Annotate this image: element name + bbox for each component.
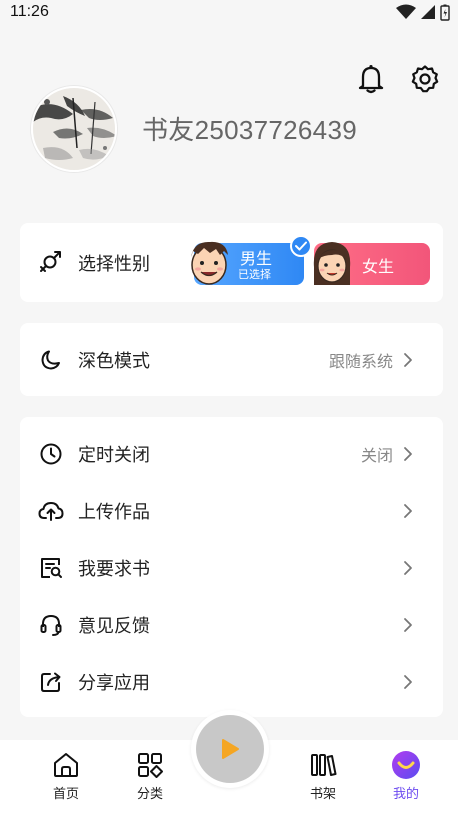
menu-item-timer[interactable]: 定时关闭 关闭 [20,425,443,482]
tab-home[interactable]: 首页 [36,750,96,802]
chevron-right-icon [403,350,417,370]
user-avatar[interactable] [31,86,117,172]
bookshelf-icon [308,750,338,780]
wifi-icon [396,4,416,19]
menu-item-upload-label: 上传作品 [78,501,150,523]
menu-item-share[interactable]: 分享应用 [20,653,443,710]
gender-symbol-icon [38,250,64,276]
menu-item-share-label: 分享应用 [78,672,150,694]
clock-icon [38,441,64,467]
menu-card: 定时关闭 关闭 上传作品 我要求书 意见反馈 分享应用 [20,417,443,717]
tab-home-label: 首页 [52,787,79,802]
notification-button[interactable] [356,62,386,96]
battery-icon [440,4,450,21]
play-button-inner [196,715,264,783]
menu-item-feedback-label: 意见反馈 [78,615,150,637]
tab-mine[interactable]: 我的 [376,750,436,802]
chevron-right-icon [403,501,417,521]
dark-mode-label: 深色模式 [78,350,150,372]
status-bar: 11:26 [0,0,458,24]
gender-male-option[interactable]: 男生 已选择 [191,235,312,285]
tab-bookshelf[interactable]: 书架 [293,750,353,802]
boy-face-icon [191,241,228,285]
menu-item-timer-label: 定时关闭 [78,444,150,466]
header-actions [356,62,440,96]
share-icon [38,669,64,695]
menu-item-upload[interactable]: 上传作品 [20,482,443,539]
status-time: 11:26 [10,3,49,20]
gender-male-selected-label: 已选择 [238,268,271,281]
settings-button[interactable] [410,62,440,96]
moon-icon [38,347,64,373]
tab-category-label: 分类 [136,787,163,802]
ink-painting-avatar-image [33,88,115,170]
menu-item-feedback[interactable]: 意见反馈 [20,596,443,653]
chevron-right-icon [403,444,417,464]
dark-mode-value: 跟随系统 [328,351,393,371]
signal-icon [421,5,435,19]
play-icon [222,739,239,759]
play-button[interactable] [191,710,269,788]
status-icons [396,4,450,21]
settings-gear-icon [411,65,439,93]
book-search-icon [38,555,64,581]
gender-label: 选择性别 [78,253,150,275]
girl-face-icon [313,242,351,285]
chevron-right-icon [403,558,417,578]
dark-mode-row[interactable]: 深色模式 跟随系统 [20,331,443,388]
home-icon [51,750,81,780]
menu-item-timer-value: 关闭 [360,445,393,465]
chevron-right-icon [403,615,417,635]
category-grid-icon [135,750,165,780]
gender-female-label: 女生 [362,257,395,276]
headset-icon [38,612,64,638]
tab-mine-label: 我的 [392,787,419,802]
chevron-right-icon [403,672,417,692]
menu-item-request-book-label: 我要求书 [78,558,150,580]
selected-check-icon [290,235,312,257]
gender-female-option[interactable]: 女生 [313,242,430,285]
gender-card: 选择性别 男生 已选择 女生 [20,223,443,302]
bell-icon [358,65,384,94]
cloud-upload-icon [38,498,64,524]
dark-mode-card: 深色模式 跟随系统 [20,323,443,396]
tab-bookshelf-label: 书架 [309,787,336,802]
menu-item-request-book[interactable]: 我要求书 [20,539,443,596]
username: 书友25037726439 [142,115,357,145]
tab-category[interactable]: 分类 [120,750,180,802]
mine-smile-icon [391,750,421,780]
